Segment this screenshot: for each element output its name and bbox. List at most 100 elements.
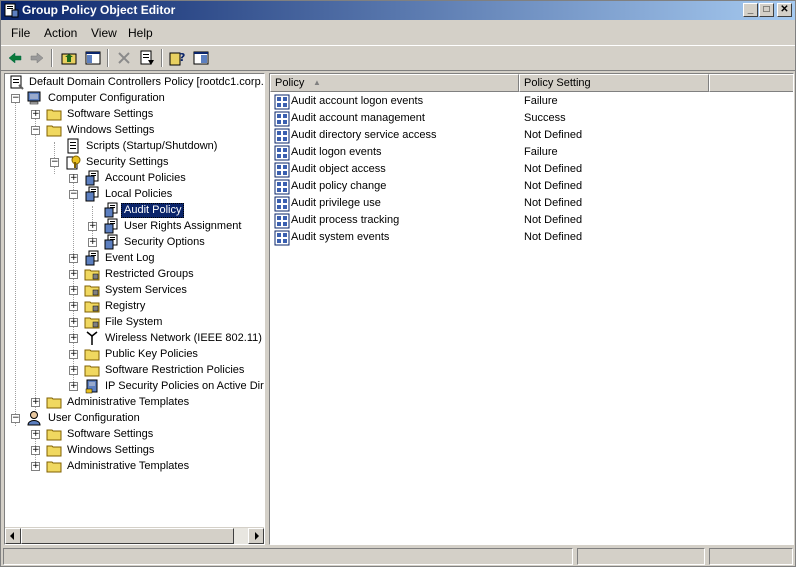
right-arrow-icon	[255, 532, 259, 540]
collapse-toggle[interactable]: −	[31, 126, 40, 135]
policy-row[interactable]: Audit directory service access Not Define…	[270, 127, 790, 144]
tree-node-file-system[interactable]: + File System	[5, 314, 264, 330]
console-tree-icon	[85, 51, 101, 65]
policy-row[interactable]: Audit logon events Failure	[270, 144, 790, 161]
tree-node-administrative-templates[interactable]: + Administrative Templates	[5, 394, 264, 410]
policy-folder-icon	[85, 170, 99, 186]
forward-button[interactable]	[27, 49, 47, 67]
up-one-level-button[interactable]	[59, 49, 79, 67]
tree-node-software-restriction-policies[interactable]: + Software Restriction Policies	[5, 362, 264, 378]
tree-node-audit-policy[interactable]: Audit Policy	[5, 202, 264, 218]
policy-list-view[interactable]: Policy ▲ Policy Setting Audit account lo…	[269, 73, 794, 545]
expand-toggle[interactable]: +	[69, 318, 78, 327]
properties-button[interactable]	[191, 49, 211, 67]
policy-row[interactable]: Audit process tracking Not Defined	[270, 212, 790, 229]
tree-node-event-log[interactable]: + Event Log	[5, 250, 264, 266]
expand-toggle[interactable]: +	[69, 334, 78, 343]
expand-toggle[interactable]: +	[31, 430, 40, 439]
expand-toggle[interactable]: +	[69, 302, 78, 311]
console-tree[interactable]: Default Domain Controllers Policy [rootd…	[4, 73, 265, 545]
tree-node-scripts[interactable]: Scripts (Startup/Shutdown)	[5, 138, 264, 154]
tree-node-ip-security-policies[interactable]: + IP Security Policies on Active Dire	[5, 378, 264, 394]
expand-toggle[interactable]: +	[31, 398, 40, 407]
policy-row[interactable]: Audit system events Not Defined	[270, 229, 790, 246]
tree-node-software-settings[interactable]: + Software Settings	[5, 106, 264, 122]
expand-toggle[interactable]: +	[69, 382, 78, 391]
expand-toggle[interactable]: +	[31, 446, 40, 455]
tree-node-user-windows-settings[interactable]: + Windows Settings	[5, 442, 264, 458]
tree-node-security-settings[interactable]: − Security Settings	[5, 154, 264, 170]
tree-label: Windows Settings	[67, 444, 155, 456]
menu-view[interactable]: View	[91, 26, 117, 40]
tree-node-user-software-settings[interactable]: + Software Settings	[5, 426, 264, 442]
tree-horizontal-scrollbar[interactable]	[5, 527, 264, 544]
tree-label: Account Policies	[105, 172, 186, 184]
scroll-thumb[interactable]	[21, 528, 234, 544]
expand-toggle[interactable]: +	[88, 238, 97, 247]
policy-setting: Not Defined	[524, 163, 583, 175]
maximize-button[interactable]: □	[759, 3, 774, 17]
back-button[interactable]	[5, 49, 25, 67]
tree-node-computer-configuration[interactable]: − Computer Configuration	[5, 90, 264, 106]
tree-node-user-rights-assignment[interactable]: + User Rights Assignment	[5, 218, 264, 234]
collapse-toggle[interactable]: −	[50, 158, 59, 167]
tree-node-restricted-groups[interactable]: + Restricted Groups	[5, 266, 264, 282]
expand-toggle[interactable]: +	[69, 270, 78, 279]
column-header-policy-setting[interactable]: Policy Setting	[519, 74, 709, 92]
collapse-toggle[interactable]: −	[11, 94, 20, 103]
expand-toggle[interactable]: +	[69, 366, 78, 375]
tree-node-account-policies[interactable]: + Account Policies	[5, 170, 264, 186]
menu-file[interactable]: File	[11, 26, 30, 40]
expand-toggle[interactable]: +	[69, 350, 78, 359]
tree-node-user-configuration[interactable]: − User Configuration	[5, 410, 264, 426]
tree-node-root[interactable]: Default Domain Controllers Policy [rootd…	[5, 74, 264, 90]
tree-label: Registry	[105, 300, 146, 312]
menu-help[interactable]: Help	[128, 26, 153, 40]
expand-toggle[interactable]: +	[69, 174, 78, 183]
tree-node-public-key-policies[interactable]: + Public Key Policies	[5, 346, 264, 362]
tree-node-windows-settings[interactable]: − Windows Settings	[5, 122, 264, 138]
close-button[interactable]: ✕	[777, 3, 792, 17]
policy-row[interactable]: Audit object access Not Defined	[270, 161, 790, 178]
help-button[interactable]: ?	[167, 49, 187, 67]
policy-setting: Not Defined	[524, 180, 583, 192]
policy-row[interactable]: Audit account management Success	[270, 110, 790, 127]
menu-action[interactable]: Action	[44, 26, 77, 40]
tree-node-wireless-network[interactable]: + Wireless Network (IEEE 802.11) I	[5, 330, 264, 346]
policy-row[interactable]: Audit privilege use Not Defined	[270, 195, 790, 212]
expand-toggle[interactable]: +	[69, 286, 78, 295]
expand-toggle[interactable]: +	[69, 254, 78, 263]
policy-name: Audit policy change	[291, 180, 387, 192]
toolbar-separator	[161, 49, 163, 67]
tree-node-local-policies[interactable]: − Local Policies	[5, 186, 264, 202]
policy-name: Audit system events	[291, 231, 390, 243]
title-bar[interactable]: Group Policy Object Editor _ □ ✕	[1, 1, 795, 20]
tree-label: User Configuration	[48, 412, 140, 424]
folder-icon	[46, 445, 62, 457]
minimize-button[interactable]: _	[743, 3, 758, 17]
tree-node-system-services[interactable]: + System Services	[5, 282, 264, 298]
expand-toggle[interactable]: +	[31, 110, 40, 119]
collapse-toggle[interactable]: −	[69, 190, 78, 199]
scroll-left-button[interactable]	[5, 528, 21, 544]
delete-button[interactable]	[114, 49, 134, 67]
expand-toggle[interactable]: +	[31, 462, 40, 471]
tree-node-security-options[interactable]: + Security Options	[5, 234, 264, 250]
scroll-right-button[interactable]	[248, 528, 264, 544]
collapse-toggle[interactable]: −	[11, 414, 20, 423]
maximize-icon: □	[763, 4, 770, 15]
svg-text:?: ?	[179, 51, 185, 64]
show-hide-tree-button[interactable]	[83, 49, 103, 67]
tree-node-registry[interactable]: + Registry	[5, 298, 264, 314]
tree-node-user-administrative-templates[interactable]: + Administrative Templates	[5, 458, 264, 474]
tree-label: System Services	[105, 284, 187, 296]
column-header-policy[interactable]: Policy ▲	[270, 74, 519, 92]
expand-toggle[interactable]: +	[88, 222, 97, 231]
folder-icon	[46, 429, 62, 441]
policy-row[interactable]: Audit account logon events Failure	[270, 93, 790, 110]
policy-setting: Not Defined	[524, 129, 583, 141]
policy-row[interactable]: Audit policy change Not Defined	[270, 178, 790, 195]
tree-label: User Rights Assignment	[124, 220, 242, 232]
export-list-button[interactable]	[137, 49, 157, 67]
tree-label: Administrative Templates	[67, 460, 190, 472]
